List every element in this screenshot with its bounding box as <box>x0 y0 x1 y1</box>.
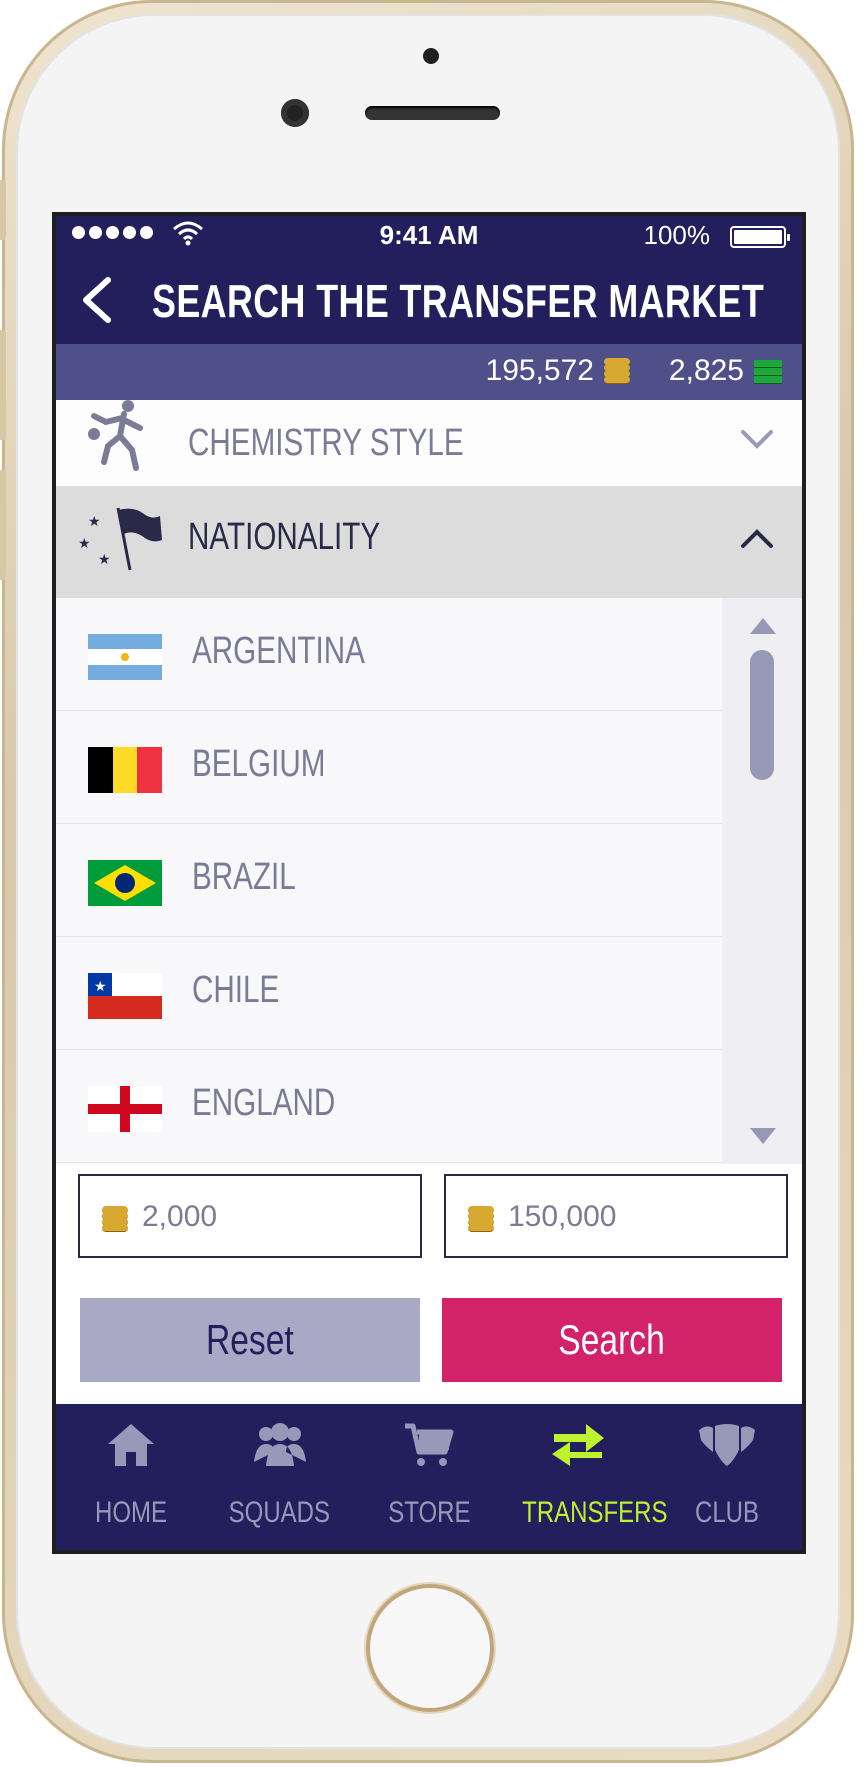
points-icon <box>754 358 782 384</box>
list-item-england[interactable]: ENGLAND <box>56 1050 722 1163</box>
volume-down-button <box>0 470 6 580</box>
svg-text:★: ★ <box>94 978 107 994</box>
coins-icon <box>468 1206 494 1232</box>
coins-icon <box>604 358 630 384</box>
nation-label: ENGLAND <box>192 1082 336 1124</box>
max-price-field[interactable] <box>444 1174 788 1258</box>
points-balance-value: 2,825 <box>668 354 744 387</box>
home-icon <box>107 1424 154 1466</box>
max-price-input[interactable] <box>506 1192 770 1242</box>
scroll-up-arrow-icon[interactable] <box>750 618 776 634</box>
list-item-argentina[interactable]: ARGENTINA <box>56 598 722 711</box>
min-price-field[interactable] <box>78 1174 422 1258</box>
player-kick-icon <box>88 400 143 471</box>
home-hardware-button[interactable] <box>366 1584 494 1712</box>
reset-button[interactable]: Reset <box>80 1298 420 1382</box>
tab-home-label: HOME <box>94 1496 167 1529</box>
scroll-down-arrow-icon[interactable] <box>750 1128 776 1144</box>
scrollbar-thumb[interactable] <box>750 650 774 780</box>
battery-icon <box>730 226 790 248</box>
status-bar: 9:41 AM 100% <box>56 216 802 256</box>
club-shield-icon <box>699 1424 756 1466</box>
nation-label: BELGIUM <box>192 743 326 785</box>
tab-store-label: STORE <box>387 1496 471 1529</box>
chile-flag-icon: ★ <box>88 973 162 1019</box>
argentina-flag-icon <box>88 634 162 680</box>
tab-squads-label: SQUADS <box>229 1496 331 1529</box>
currency-bar: 195,572 2,825 <box>56 344 802 400</box>
nation-label: CHILE <box>192 969 280 1011</box>
min-price-input[interactable] <box>140 1192 404 1242</box>
chemistry-style-label: CHEMISTRY STYLE <box>188 422 464 464</box>
nation-label: BRAZIL <box>192 856 296 898</box>
belgium-flag-icon <box>88 747 162 793</box>
tab-store[interactable]: STORE <box>354 1404 503 1550</box>
tab-club-label: CLUB <box>695 1496 760 1529</box>
tab-squads[interactable]: SQUADS <box>205 1404 354 1550</box>
england-flag-icon <box>88 1086 162 1132</box>
list-item-belgium[interactable]: BELGIUM <box>56 711 722 824</box>
tab-transfers-label: TRANSFERS <box>521 1496 668 1529</box>
title-bar: SEARCH THE TRANSFER MARKET <box>56 256 802 344</box>
coin-balance-value: 195,572 <box>485 354 594 387</box>
tab-home[interactable]: HOME <box>56 1404 205 1550</box>
tab-club[interactable]: CLUB <box>653 1404 802 1550</box>
search-button[interactable]: Search <box>442 1298 782 1382</box>
cart-icon <box>405 1423 454 1466</box>
squads-icon <box>253 1423 306 1466</box>
earpiece-speaker <box>365 106 500 120</box>
volume-up-button <box>0 330 6 440</box>
transfers-icon <box>552 1424 605 1466</box>
nation-label: ARGENTINA <box>192 630 365 672</box>
mute-switch <box>0 180 6 240</box>
nation-list[interactable]: ARGENTINA BELGIUM BRAZIL ★ CHILE ENGLAND <box>56 598 722 1164</box>
tab-transfers[interactable]: TRANSFERS <box>504 1404 667 1550</box>
svg-text:★: ★ <box>88 513 101 529</box>
battery-percent: 100% <box>643 220 711 250</box>
svg-text:★: ★ <box>78 535 91 551</box>
filter-nationality[interactable]: ★ ★ ★ NATIONALITY <box>56 486 802 598</box>
coin-balance: 195,572 <box>486 354 630 388</box>
search-button-label: Search <box>558 1316 666 1363</box>
proximity-sensor <box>423 48 439 64</box>
flag-stars-icon: ★ ★ ★ <box>78 507 162 571</box>
list-item-chile[interactable]: ★ CHILE <box>56 937 722 1050</box>
points-balance: 2,825 <box>669 354 782 388</box>
list-item-brazil[interactable]: BRAZIL <box>56 824 722 937</box>
reset-button-label: Reset <box>206 1316 294 1363</box>
coins-icon <box>102 1206 128 1232</box>
list-scrollbar[interactable] <box>722 598 802 1164</box>
brazil-flag-icon <box>88 860 162 906</box>
chevron-up-icon <box>741 529 773 548</box>
app-screen: 9:41 AM 100% SEARCH THE TRANSFER MARKET … <box>52 212 806 1554</box>
svg-text:★: ★ <box>98 551 111 567</box>
filter-chemistry-style[interactable]: CHEMISTRY STYLE <box>56 400 802 487</box>
chevron-down-icon <box>741 430 773 449</box>
bottom-tab-bar: HOME SQUADS STORE TRANSFERS CLUB <box>56 1404 802 1550</box>
nationality-label: NATIONALITY <box>188 516 381 558</box>
front-camera <box>281 99 309 127</box>
back-chevron-icon[interactable] <box>78 276 118 324</box>
page-title: SEARCH THE TRANSFER MARKET <box>152 275 765 327</box>
